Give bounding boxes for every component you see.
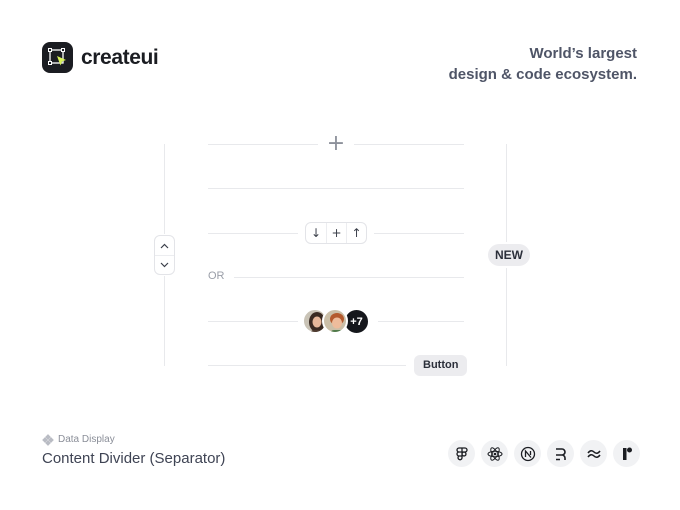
divider-line [208, 144, 318, 145]
avatar-group[interactable]: +7 [302, 308, 370, 335]
component-title: Content Divider (Separator) [42, 450, 226, 467]
divider-line [234, 277, 464, 278]
chevron-up-icon[interactable] [155, 236, 174, 255]
vertical-divider-right-bottom [506, 268, 507, 366]
divider-line [208, 321, 298, 322]
category: Data Display [42, 433, 115, 446]
avatar [322, 308, 348, 334]
or-label: OR [208, 270, 225, 282]
vertical-divider-left-bottom [164, 276, 165, 366]
tailwind-icon[interactable] [580, 440, 607, 467]
new-badge: NEW [488, 244, 530, 266]
arrow-down-icon[interactable]: ↓ [306, 223, 326, 243]
divider-line [208, 365, 406, 366]
chevron-down-icon[interactable] [155, 255, 174, 274]
category-label: Data Display [58, 434, 115, 445]
divider-line [208, 233, 298, 234]
button-group: ↓ + ↑ [305, 222, 367, 244]
figma-icon[interactable] [448, 440, 475, 467]
nextjs-icon[interactable] [514, 440, 541, 467]
divider-button[interactable]: Button [414, 355, 468, 376]
vertical-divider-right-top [506, 144, 507, 242]
divider-line [208, 188, 464, 189]
framer-icon[interactable] [613, 440, 640, 467]
remix-icon[interactable] [547, 440, 574, 467]
arrow-up-icon[interactable]: ↑ [346, 223, 366, 243]
react-icon[interactable] [481, 440, 508, 467]
divider-line [374, 233, 464, 234]
vertical-stepper [154, 235, 175, 275]
plus-icon[interactable]: + [326, 133, 346, 155]
divider-line [354, 144, 464, 145]
divider-line [378, 321, 464, 322]
vertical-divider-left-top [164, 144, 165, 234]
component-icon [42, 433, 54, 446]
tech-stack [448, 440, 640, 467]
plus-icon[interactable]: + [326, 223, 346, 243]
